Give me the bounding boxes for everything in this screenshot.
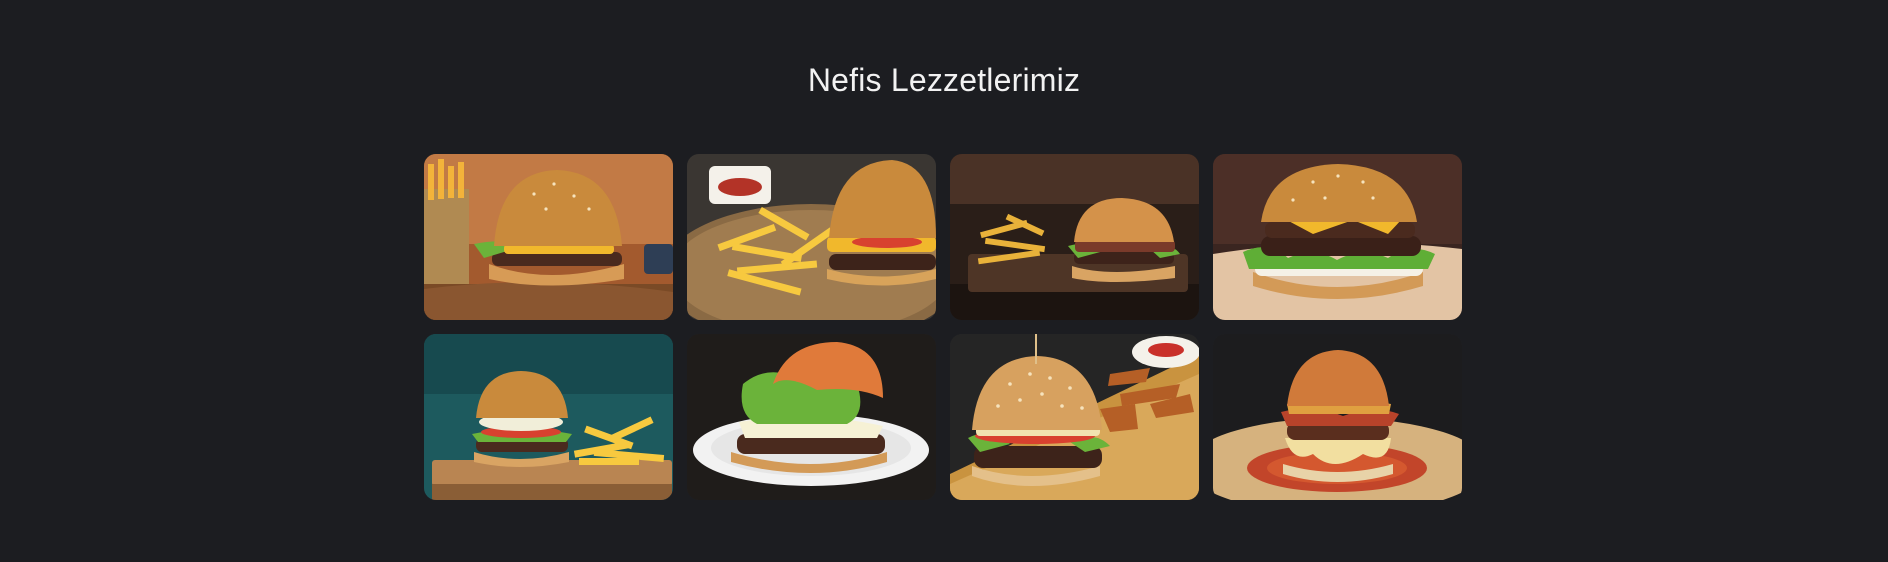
burger-with-fries-basket-photo	[424, 154, 673, 320]
gallery-item-8[interactable]	[1213, 334, 1462, 500]
gallery-item-4[interactable]	[1213, 154, 1462, 320]
burger-dark-board-photo	[950, 154, 1199, 320]
gallery-item-5[interactable]	[424, 334, 673, 500]
burger-teal-background-photo	[424, 334, 673, 500]
gallery-item-7[interactable]	[950, 334, 1199, 500]
bacon-burger-sauce-photo	[1213, 334, 1462, 500]
burger-and-fries-plate-photo	[687, 154, 936, 320]
section-title: Nefis Lezzetlerimiz	[807, 62, 1081, 98]
gallery-item-2[interactable]	[687, 154, 936, 320]
gallery-item-3[interactable]	[950, 154, 1199, 320]
burger-white-plate-photo	[687, 334, 936, 500]
food-gallery	[424, 154, 1464, 500]
double-cheeseburger-photo	[1213, 154, 1462, 320]
sesame-burger-wedges-photo	[950, 334, 1199, 500]
gallery-item-6[interactable]	[687, 334, 936, 500]
gallery-item-1[interactable]	[424, 154, 673, 320]
